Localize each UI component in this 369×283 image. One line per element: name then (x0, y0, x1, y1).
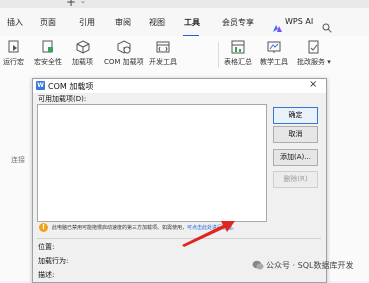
wps-logo-icon: W (36, 81, 45, 90)
add-ins-label: 加载项 (72, 58, 93, 66)
tab-bar: + ⌄ (0, 0, 369, 9)
run-macro-button[interactable]: 运行宏 (3, 40, 24, 67)
description-label: 描述: (38, 271, 55, 279)
macro-security-button[interactable]: 宏安全性 (34, 40, 62, 67)
dialog-title-bar[interactable]: W COM 加载项 × (33, 79, 326, 93)
macro-security-icon (42, 40, 53, 53)
com-add-ins-icon (117, 40, 131, 54)
add-button[interactable]: 添加(A)... (273, 149, 318, 166)
menu-tools[interactable]: 工具 (184, 17, 200, 28)
available-add-ins-label: 可用加载项(D): (38, 95, 87, 103)
table-summary-icon (231, 40, 245, 54)
table-summary-button[interactable]: 表格汇总 (224, 40, 252, 67)
cancel-button[interactable]: 取消 (273, 126, 318, 143)
teaching-tools-icon (267, 41, 281, 53)
teaching-tools-label: 教学工具 (260, 58, 288, 66)
watermark: 公众号 · SQL数据库开发 (252, 257, 367, 275)
menu-member[interactable]: 会员专享 (222, 17, 254, 28)
com-add-ins-dialog: W COM 加载项 × 可用加载项(D): 确定 取消 添加(A)... 删除(… (32, 78, 327, 283)
load-behavior-label: 加载行为: (38, 257, 69, 265)
add-ins-button[interactable]: 加载项 (72, 40, 93, 67)
menu-view[interactable]: 视图 (149, 17, 165, 28)
menu-page[interactable]: 页面 (40, 17, 56, 28)
table-summary-label: 表格汇总 (224, 58, 252, 66)
watermark-text: 公众号 · SQL数据库开发 (266, 261, 354, 270)
com-add-ins-label: COM 加载项 (104, 58, 144, 66)
menu-references[interactable]: 引用 (79, 17, 95, 28)
teaching-tools-button[interactable]: 教学工具 (260, 40, 288, 67)
wechat-icon (252, 260, 264, 270)
tools-ribbon: 运行宏 宏安全性 加载项 COM 加载项 开发工具 表格汇总 教学工具 批改服务… (0, 36, 369, 74)
macro-security-label: 宏安全性 (34, 58, 62, 66)
ribbon-divider (218, 42, 219, 68)
search-icon[interactable] (322, 23, 332, 33)
close-button[interactable]: × (309, 79, 317, 90)
tab-list-dropdown[interactable]: ⌄ (80, 0, 86, 5)
developer-tools-icon (156, 41, 170, 53)
grading-service-button[interactable]: 批改服务 ▾ (297, 40, 331, 67)
run-macro-label: 运行宏 (3, 58, 24, 66)
grading-service-icon (308, 40, 319, 54)
add-ins-list[interactable] (37, 104, 267, 222)
menu-review[interactable]: 审阅 (115, 17, 131, 28)
com-add-ins-button[interactable]: COM 加载项 (104, 40, 144, 67)
annotation-arrow-icon (182, 221, 235, 247)
run-macro-icon (8, 40, 18, 53)
developer-tools-button[interactable]: 开发工具 (149, 40, 177, 67)
grading-service-label: 批改服务 ▾ (297, 58, 331, 66)
warning-icon: ! (39, 223, 48, 232)
menu-insert[interactable]: 插入 (7, 17, 23, 28)
dialog-divider (37, 238, 321, 239)
ok-button[interactable]: 确定 (273, 107, 318, 124)
document-text: 连接 (11, 156, 25, 164)
dialog-title: COM 加载项 (48, 82, 94, 91)
developer-tools-label: 开发工具 (149, 58, 177, 66)
add-ins-icon (76, 40, 89, 54)
remove-button: 删除(R) (273, 171, 318, 188)
notice-text: 此电脑已禁用可能拖慢启动速度的第三方加载项。如需使用， (52, 225, 188, 231)
location-label: 位置: (38, 243, 55, 251)
menu-bar: 插入 页面 引用 审阅 视图 工具 会员专享 WPS AI (0, 8, 369, 37)
menu-wps-ai[interactable]: WPS AI (285, 17, 313, 26)
wps-ai-icon (273, 25, 282, 32)
